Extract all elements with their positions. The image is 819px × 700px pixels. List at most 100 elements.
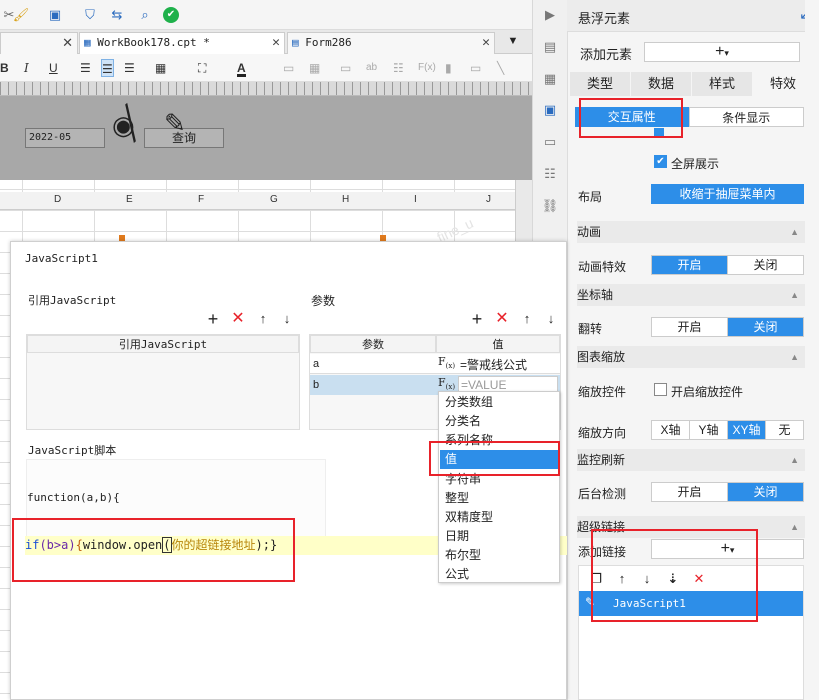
section-monitor[interactable]: 监控刷新 ▲ [577,449,805,471]
col-e[interactable]: E [126,194,133,205]
col-j[interactable]: J [486,194,491,205]
tab-menu-icon[interactable]: ▼ [504,32,522,50]
widget-icon[interactable]: ▦ [541,70,559,88]
close-icon[interactable]: ✕ [272,33,280,53]
section-hyperlink[interactable]: 超级链接 ▲ [577,516,805,538]
monitor-on[interactable]: 开启 [652,483,728,501]
zoom-direction-toggle[interactable]: X轴 Y轴 XY轴 无 [651,420,804,440]
checkbox-partial[interactable] [654,128,664,136]
tab-workbook[interactable]: ▦ WorkBook178.cpt * ✕ [79,32,285,54]
dropdown-option-selected[interactable]: 值 [445,450,457,469]
transfer-icon[interactable]: ⇆ [108,6,126,24]
dir-y[interactable]: Y轴 [690,421,728,439]
dropdown-option[interactable]: 整型 [445,489,469,508]
subtab-interaction[interactable]: 交互属性 [575,107,689,127]
dropdown-option[interactable]: 双精度型 [445,508,493,527]
col-d[interactable]: D [54,194,61,205]
dropdown-option[interactable]: 日期 [445,527,469,546]
tab-form[interactable]: ▤ Form286 ✕ [287,32,495,54]
animation-off[interactable]: 关闭 [728,256,803,274]
fill-color-icon[interactable]: ⛶ [198,59,206,77]
dir-x[interactable]: X轴 [652,421,690,439]
flip-off[interactable]: 关闭 [728,318,803,336]
shield-icon[interactable]: ⛉ [81,6,99,24]
copy-icon[interactable]: ❐ [587,570,605,588]
flip-on[interactable]: 开启 [652,318,728,336]
dir-xy[interactable]: XY轴 [728,421,766,439]
tab-unnamed[interactable]: ✕ [0,32,78,54]
condition-icon[interactable]: ▭ [541,133,559,151]
subtab-condition[interactable]: 条件显示 [688,107,804,127]
move-up-param-icon[interactable]: ↑ [518,310,536,328]
arrow-up-icon[interactable]: ↑ [613,570,631,588]
formula-icon[interactable]: F(x) [438,376,455,391]
dropdown-option[interactable]: 分类数组 [445,393,493,412]
fullscreen-checkbox[interactable]: ✔ [654,155,667,168]
col-h[interactable]: H [342,194,349,205]
panel-scrollbar[interactable] [805,0,819,700]
arrow-down-icon[interactable]: ↓ [638,570,656,588]
list-icon[interactable]: ☷ [393,59,404,77]
param-name-a[interactable]: a [310,354,436,374]
image-icon[interactable]: ▭ [470,59,481,77]
border-icon[interactable]: ▦ [155,59,166,77]
brush-icon[interactable]: 🖌 [12,6,30,24]
font-color-icon[interactable]: A [237,59,246,77]
layout-select[interactable]: 收缩于抽屉菜单内 [651,184,804,204]
section-axis[interactable]: 坐标轴 ▲ [577,284,805,306]
col-g[interactable]: G [270,194,278,205]
move-up-ref-icon[interactable]: ↑ [254,310,272,328]
col-f[interactable]: F [198,194,204,205]
chart-icon[interactable]: ▮ [445,59,452,77]
tab-effects[interactable]: 特效 [753,72,813,96]
add-element-button[interactable]: +▾ [644,42,800,62]
dropdown-option[interactable]: 字符串 [445,470,481,489]
animation-on[interactable]: 开启 [652,256,728,274]
link-icon[interactable]: ⛓ [541,197,559,215]
tab-data[interactable]: 数据 [631,72,691,96]
delete-ref-icon[interactable]: ✕ [229,310,247,328]
tab-type[interactable]: 类型 [570,72,630,96]
input-icon[interactable]: ▭ [340,59,351,77]
dropdown-option[interactable]: 系列名称 [445,431,493,450]
text-icon[interactable]: ab [366,59,377,77]
section-animation[interactable]: 动画 ▲ [577,221,805,243]
table-icon[interactable]: ▦ [309,59,320,77]
align-right-icon[interactable]: ☰ [124,59,135,77]
merge-icon[interactable]: ▭ [283,59,294,77]
edit-icon[interactable]: ✎ [164,108,186,139]
add-ref-icon[interactable]: + [204,310,222,328]
delete-param-icon[interactable]: ✕ [493,310,511,328]
tab-style[interactable]: 样式 [692,72,752,96]
animation-toggle[interactable]: 开启 关闭 [651,255,804,275]
formula-icon[interactable]: F(x) [418,59,436,77]
dropdown-option[interactable]: 分类名 [445,412,481,431]
slash-icon[interactable]: ╲ [497,59,504,77]
cell-attr-icon[interactable]: ▤ [541,38,559,56]
search-doc-icon[interactable]: ⌕ [136,6,154,24]
move-down-ref-icon[interactable]: ↓ [278,310,296,328]
expand-icon[interactable]: ▶ [541,6,559,24]
dropdown-option[interactable]: 公式 [445,565,469,584]
add-param-icon[interactable]: + [468,310,486,328]
section-zoom[interactable]: 图表缩放 ▲ [577,346,805,368]
param-name-b[interactable]: b [310,375,436,395]
date-field[interactable]: 2022-05 [25,128,105,148]
bold-icon[interactable]: B [0,59,9,77]
sort-icon[interactable]: ⇣ [664,570,682,588]
close-icon[interactable]: ✕ [62,33,73,53]
add-link-button[interactable]: +▾ [651,539,804,559]
close-icon[interactable]: ✕ [482,33,490,53]
formula-icon[interactable]: F(x) [438,355,455,370]
align-left-icon[interactable]: ☰ [80,59,91,77]
monitor-toggle[interactable]: 开启 关闭 [651,482,804,502]
param-value-a[interactable]: F(x) =警戒线公式 [436,354,560,374]
preview-icon[interactable]: ▣ [46,6,64,24]
italic-icon[interactable]: I [24,59,29,77]
link-item[interactable]: ✎ JavaScript1 [579,591,803,616]
monitor-off[interactable]: 关闭 [728,483,803,501]
list-icon[interactable]: ☷ [541,165,559,183]
col-i[interactable]: I [414,194,417,205]
float-element-icon[interactable]: ▣ [541,101,559,119]
dir-none[interactable]: 无 [766,421,803,439]
